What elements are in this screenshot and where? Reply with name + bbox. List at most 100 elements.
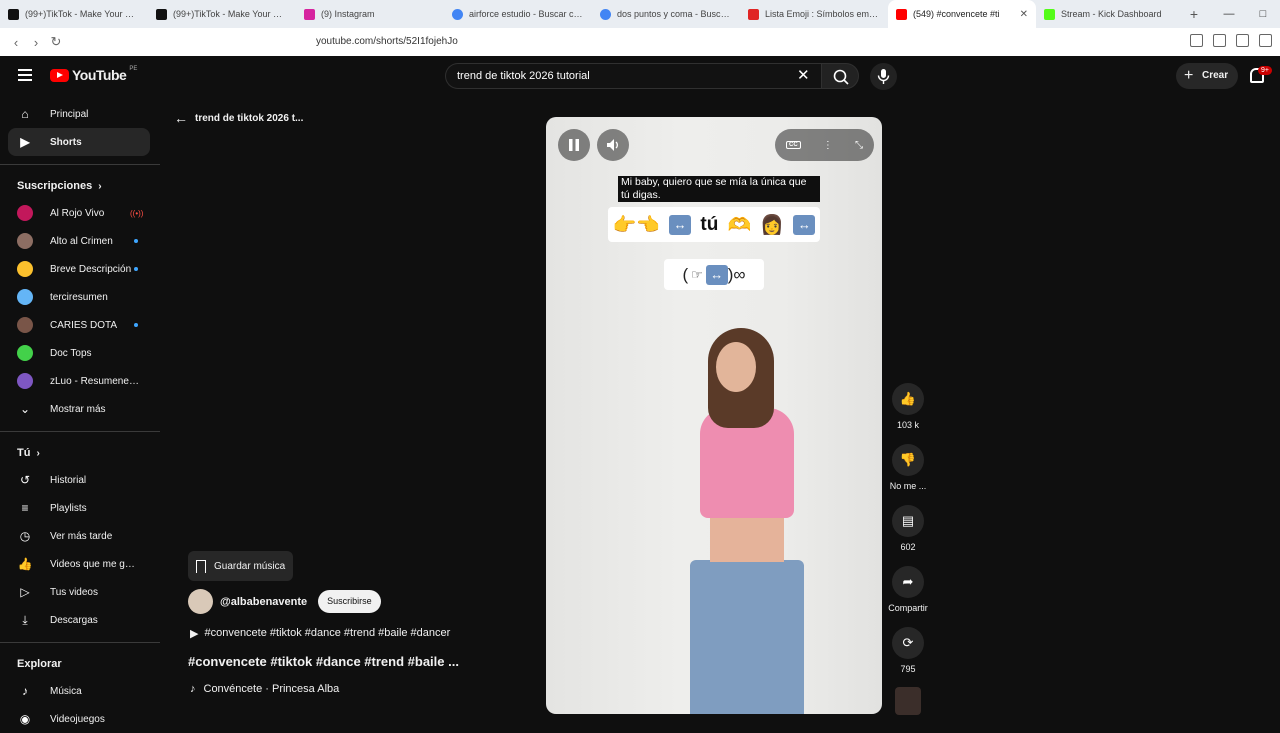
sidebar-divider: [0, 164, 160, 165]
plus-icon: +: [1184, 67, 1194, 84]
comments-action: ▤ 602: [886, 505, 930, 566]
chevron-right-icon: ›: [98, 180, 102, 192]
volume-icon: [607, 139, 618, 151]
new-content-dot: [134, 239, 138, 243]
more-options-icon[interactable]: ⋮: [823, 140, 833, 151]
minimize-icon[interactable]: —: [1212, 0, 1246, 28]
sidebar-divider: [0, 642, 160, 643]
sidebar-item-principal[interactable]: ⌂ Principal: [0, 100, 160, 128]
save-music-button[interactable]: Guardar música: [188, 551, 293, 581]
description-row[interactable]: ▶ #convencete #tiktok #dance #trend #bai…: [190, 627, 450, 640]
sidebar-item-playlists[interactable]: ≡ Playlists: [0, 494, 160, 522]
subscribe-button[interactable]: Suscribirse: [318, 590, 381, 613]
comment-icon[interactable]: ▤: [892, 505, 924, 537]
pause-button[interactable]: [558, 129, 590, 161]
sidebar-item-gaming[interactable]: ◉ Videojuegos: [0, 705, 160, 733]
url-field[interactable]: youtube.com/shorts/52I1fojehJo: [316, 36, 458, 47]
tiktok-icon: [156, 8, 167, 20]
sidebar-subscription-item[interactable]: Alto al Crimen: [0, 227, 160, 255]
close-tab-icon[interactable]: ✕: [1020, 9, 1028, 20]
chevron-down-icon: ⌄: [19, 402, 31, 416]
youtube-logo[interactable]: YouTube PE: [50, 66, 137, 83]
channel-avatar: [17, 373, 33, 389]
sidebar-subscription-item[interactable]: zLuo - Resumenes ...: [0, 367, 160, 395]
sidebar-subscription-item[interactable]: terciresumen: [0, 283, 160, 311]
voice-search-button[interactable]: [870, 63, 897, 90]
channel-name[interactable]: @albabenavente: [220, 596, 307, 608]
sidebar-item-your-videos[interactable]: ▷ Tus videos: [0, 578, 160, 606]
browser-tab-active[interactable]: (549) #convencete #ti ✕: [888, 0, 1036, 28]
sidebar-subscription-item[interactable]: Breve Descripción: [0, 255, 160, 283]
sidebar-item-shorts[interactable]: ▶ Shorts: [8, 128, 150, 156]
channel-avatar: [17, 289, 33, 305]
back-icon[interactable]: ‹: [6, 35, 26, 50]
extension-icon[interactable]: [1236, 34, 1249, 47]
infinity-emoji-icon: )∞: [727, 264, 746, 284]
woman-emoji-icon: 👩: [760, 214, 785, 236]
history-icon: ↺: [19, 473, 31, 487]
sidebar-item-downloads[interactable]: ⤓ Descargas: [0, 606, 160, 634]
remix-action: ⟳ 795: [886, 627, 930, 688]
search-button[interactable]: [821, 63, 859, 89]
sidebar-item-music[interactable]: ♪ Música: [0, 677, 160, 705]
you-heading[interactable]: Tú ›: [0, 440, 160, 466]
menu-icon[interactable]: [18, 69, 32, 84]
create-button[interactable]: + Crear: [1176, 63, 1238, 89]
thumbs-down-icon[interactable]: 👎: [892, 444, 924, 476]
parenthesis-emoji-icon: (: [682, 264, 689, 284]
kick-icon: [1044, 8, 1055, 20]
thumbs-up-icon[interactable]: 👍: [892, 383, 924, 415]
extension-icon[interactable]: [1259, 34, 1272, 47]
sidebar-item-liked-videos[interactable]: 👍 Videos que me gus...: [0, 550, 160, 578]
sidebar-subscription-item[interactable]: Al Rojo Vivo ((•)): [0, 199, 160, 227]
shorts-video-player[interactable]: CC ⋮ ⤡ Mi baby, quiero que se mía la úni…: [546, 117, 882, 714]
volume-button[interactable]: [597, 129, 629, 161]
browser-tab[interactable]: (99+)TikTok - Make Your Day: [148, 0, 296, 28]
search-input[interactable]: trend de tiktok 2026 tutorial: [445, 63, 821, 89]
extension-icon[interactable]: [1213, 34, 1226, 47]
channel-avatar: [17, 233, 33, 249]
browser-tab[interactable]: Stream - Kick Dashboard: [1036, 0, 1184, 28]
sound-thumbnail[interactable]: [895, 687, 921, 715]
google-icon: [600, 8, 611, 20]
live-indicator-icon: ((•)): [130, 208, 144, 218]
video-frame-person: [666, 322, 826, 714]
captions-icon[interactable]: CC: [786, 141, 801, 149]
browser-tab[interactable]: dos puntos y coma - Buscar co: [592, 0, 740, 28]
emoji-list-icon: [748, 8, 759, 20]
emoji-overlay-1: 👉👈 ↔ tú 🫶 👩 ↔: [608, 207, 820, 242]
clear-search-icon[interactable]: ✕: [797, 66, 810, 84]
show-more-button[interactable]: ⌄ Mostrar más: [0, 395, 160, 423]
shorts-icon: ▶: [20, 135, 30, 149]
remix-icon[interactable]: ⟳: [892, 627, 924, 659]
your-videos-icon: ▷: [20, 585, 30, 599]
channel-avatar[interactable]: [188, 589, 213, 614]
fullscreen-icon[interactable]: ⤡: [855, 140, 863, 151]
google-icon: [452, 8, 463, 20]
left-right-arrow-emoji-icon: ↔: [705, 264, 728, 285]
extension-icon[interactable]: [1190, 34, 1203, 47]
maximize-icon[interactable]: □: [1246, 0, 1280, 28]
browser-tab[interactable]: (9) Instagram: [296, 0, 444, 28]
sidebar-subscription-item[interactable]: Doc Tops: [0, 339, 160, 367]
emoji-overlay-2: ( ☞ ↔ )∞: [664, 259, 764, 290]
youtube-icon: [896, 8, 907, 20]
action-rail: 👍 103 k 👎 No me ... ▤ 602 ➦ Compartir ⟳ …: [886, 383, 930, 688]
sidebar-item-watch-later[interactable]: ◷ Ver más tarde: [0, 522, 160, 550]
pointing-hands-emoji-icon: 👉👈: [612, 214, 660, 236]
browser-tab[interactable]: Lista Emoji : Símbolos emoji n: [740, 0, 888, 28]
reload-icon[interactable]: ↻: [46, 34, 66, 50]
share-icon[interactable]: ➦: [892, 566, 924, 598]
sidebar-subscription-item[interactable]: CARIES DOTA: [0, 311, 160, 339]
browser-tab[interactable]: (99+)TikTok - Make Your Day: [0, 0, 148, 28]
hashtags[interactable]: #convencete #tiktok #dance #trend #baile…: [204, 627, 450, 640]
extension-icons: [1190, 34, 1272, 47]
music-link[interactable]: ♪ Convéncete · Princesa Alba: [190, 683, 339, 695]
sidebar-item-history[interactable]: ↺ Historial: [0, 466, 160, 494]
browser-tab[interactable]: airforce estudio - Buscar con G: [444, 0, 592, 28]
forward-icon[interactable]: ›: [26, 35, 46, 50]
back-to-results-button[interactable]: ← trend de tiktok 2026 t...: [174, 110, 303, 126]
new-tab-icon[interactable]: +: [1184, 6, 1204, 22]
subscriptions-heading[interactable]: Suscripciones ›: [0, 173, 160, 199]
microphone-icon: [877, 69, 890, 84]
